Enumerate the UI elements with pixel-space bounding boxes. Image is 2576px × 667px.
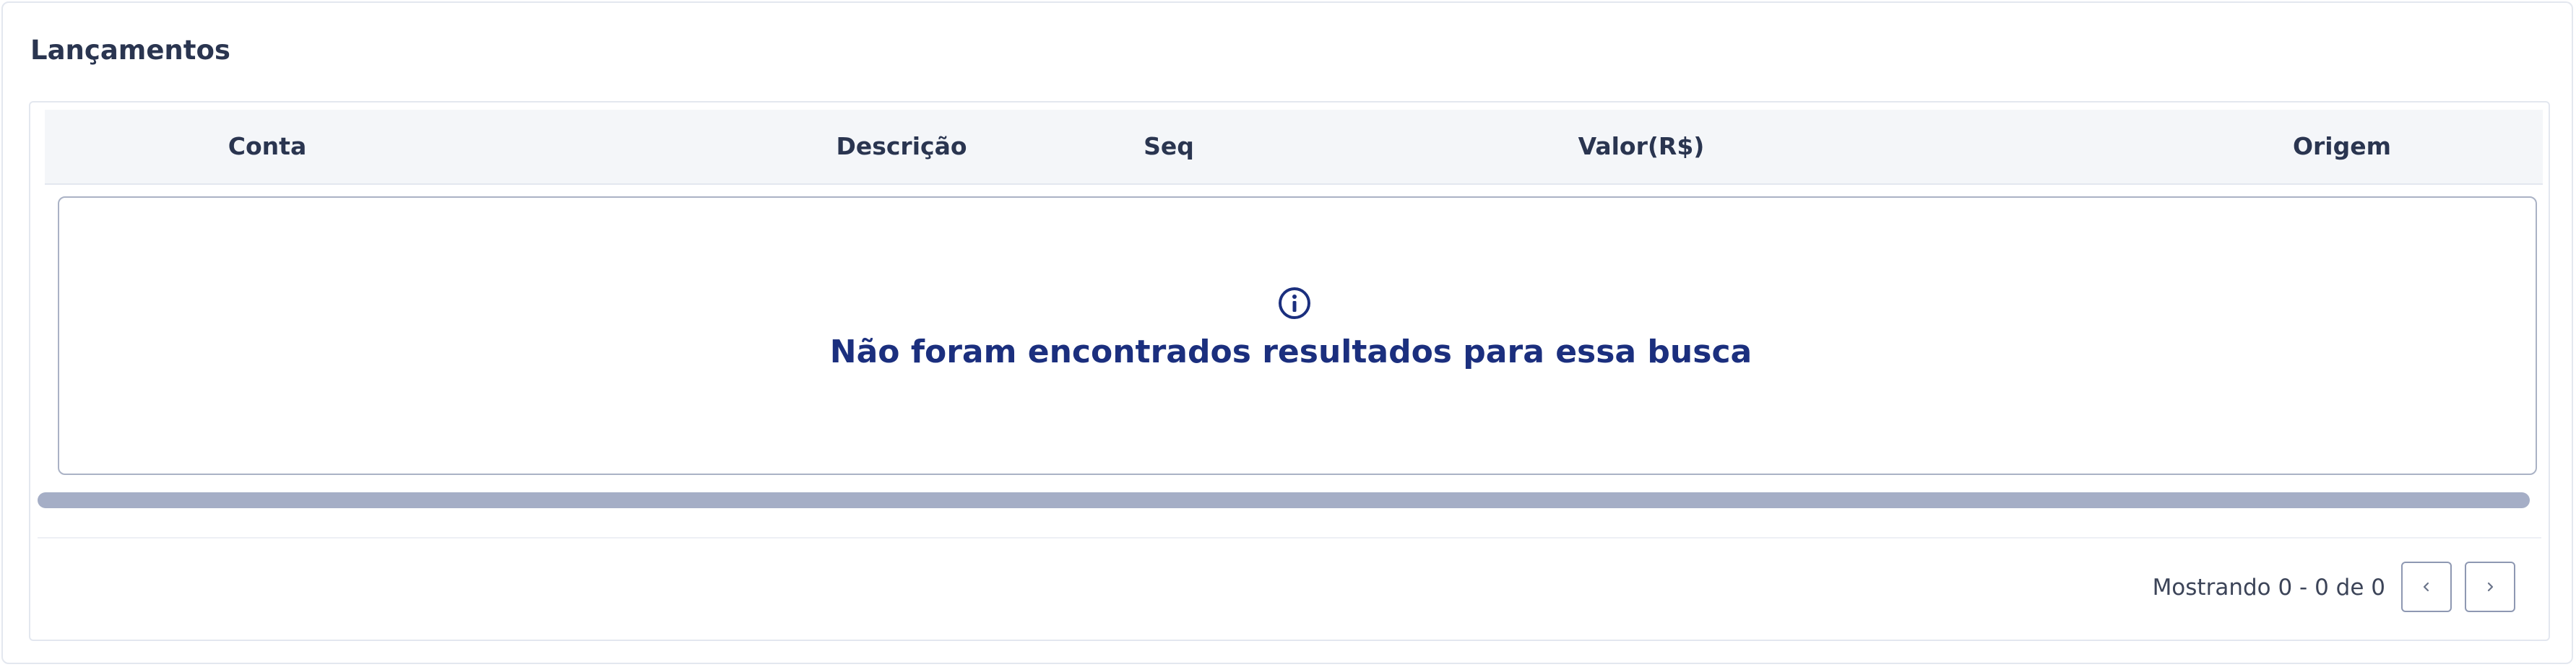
chevron-right-icon — [2487, 582, 2494, 592]
column-header-origem[interactable]: Origem — [2140, 110, 2544, 183]
chevron-left-icon — [2423, 582, 2429, 592]
empty-state-message: Não foram encontrados resultados para es… — [829, 334, 1752, 370]
lancamentos-card: Lançamentos Conta Descrição Seq Valor(R$… — [1, 1, 2573, 664]
previous-page-button[interactable] — [2401, 562, 2452, 612]
pagination-summary: Mostrando 0 - 0 de 0 — [2152, 575, 2385, 601]
horizontal-scrollbar[interactable] — [38, 492, 2530, 508]
horizontal-scrollbar-thumb[interactable] — [38, 492, 2530, 508]
section-title: Lançamentos — [30, 35, 230, 66]
column-header-valor[interactable]: Valor(R$) — [1490, 110, 1793, 183]
column-header-seq[interactable]: Seq — [1085, 110, 1253, 183]
column-header-conta[interactable]: Conta — [45, 110, 490, 183]
next-page-button[interactable] — [2465, 562, 2515, 612]
info-circle-icon — [1279, 287, 1310, 319]
lancamentos-table: Conta Descrição Seq Valor(R$) Origem Não… — [29, 101, 2550, 641]
footer-divider — [38, 537, 2541, 539]
table-header: Conta Descrição Seq Valor(R$) Origem — [45, 110, 2543, 185]
